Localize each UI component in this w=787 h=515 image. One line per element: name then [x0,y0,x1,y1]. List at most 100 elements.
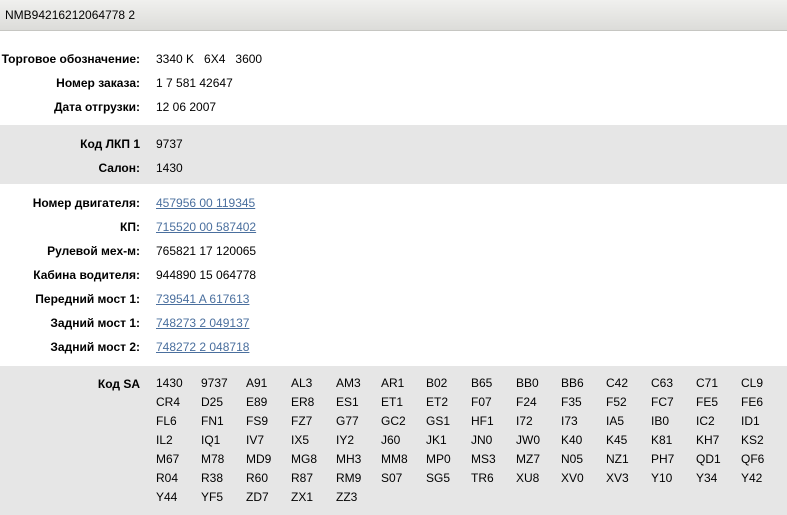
sa-code: RM9 [336,471,362,485]
sa-code: BB6 [561,376,584,390]
rear-axle-1-link[interactable]: 748273 2 049137 [156,316,249,330]
sa-code: MH3 [336,452,362,466]
sa-code: FC7 [651,395,674,409]
paint-code-value: 9737 [156,137,183,151]
sa-code: FZ7 [291,414,313,428]
rear-axle-2-link[interactable]: 748272 2 048718 [156,340,249,354]
sa-code: R60 [246,471,269,485]
sa-code: MM8 [381,452,408,466]
sa-code: CL9 [741,376,764,390]
interior-value: 1430 [156,161,183,175]
info-row: Рулевой мех-м: 765821 17 120065 [0,244,787,264]
sa-code: FE6 [741,395,764,409]
trade-designation-value: 3340 K 6X4 3600 [156,52,263,66]
sa-code: QD1 [696,452,721,466]
sa-code: 9737 [201,376,228,390]
sa-code: FN1 [201,414,224,428]
sa-code: J60 [381,433,401,447]
sa-code: FE5 [696,395,719,409]
engine-number-link[interactable]: 457956 00 119345 [156,196,255,210]
rear-axle-1-label: Задний мост 1: [50,316,140,330]
info-row: Номер двигателя: 457956 00 119345 [0,196,787,216]
ship-date-label: Дата отгрузки: [53,100,140,114]
sa-code: QF6 [741,452,765,466]
vin-title: NMB94216212064778 2 [5,8,136,22]
sa-code: GS1 [426,414,451,428]
sa-code: CR4 [156,395,181,409]
sa-code: XV3 [606,471,629,485]
paint-code-label: Код ЛКП 1 [80,137,140,151]
sa-code: MG8 [291,452,318,466]
sa-code: GC2 [381,414,406,428]
sa-code: R04 [156,471,179,485]
sa-code: AM3 [336,376,361,390]
sa-code: AL3 [291,376,313,390]
general-section: Торговое обозначение: 3340 K 6X4 3600 Но… [0,46,787,120]
sa-code: BB0 [516,376,539,390]
info-row: Салон: 1430 [0,161,787,181]
sa-code: I72 [516,414,533,428]
steering-label: Рулевой мех-м: [47,244,140,258]
rear-axle-2-label: Задний мост 2: [50,340,140,354]
info-row: КП: 715520 00 587402 [0,220,787,240]
sa-code: Y34 [696,471,718,485]
info-row: Дата отгрузки: 12 06 2007 [0,100,787,120]
sa-code: FL6 [156,414,177,428]
info-row: Задний мост 2: 748272 2 048718 [0,340,787,360]
sa-code: K81 [651,433,673,447]
sa-code: G77 [336,414,359,428]
info-row: Код ЛКП 1 9737 [0,137,787,157]
sa-code: IA5 [606,414,625,428]
cab-value: 944890 15 064778 [156,268,257,282]
sa-code: MS3 [471,452,496,466]
sa-code: ET2 [426,395,449,409]
sa-code: C63 [651,376,674,390]
sa-code: KH7 [696,433,720,447]
sa-code: ZX1 [291,490,314,504]
sa-code: ET1 [381,395,404,409]
sa-code: M78 [201,452,225,466]
aggregates-section: Номер двигателя: 457956 00 119345 КП: 71… [0,190,787,365]
sa-code: 1430 [156,376,183,390]
cab-label: Кабина водителя: [33,268,140,282]
sa-code: Y44 [156,490,178,504]
steering-value: 765821 17 120065 [156,244,257,258]
ship-date-value: 12 06 2007 [156,100,217,114]
sa-code: JK1 [426,433,447,447]
sa-code: MP0 [426,452,451,466]
engine-number-label: Номер двигателя: [32,196,140,210]
title-bar: NMB94216212064778 2 [0,0,787,31]
sa-code: ZZ3 [336,490,358,504]
trade-designation-label: Торговое обозначение: [1,52,140,66]
info-row: Задний мост 1: 748273 2 049137 [0,316,787,336]
sa-code: ZD7 [246,490,269,504]
sa-code: ID1 [741,414,760,428]
sa-code-label: Код SA [97,377,140,391]
sa-code: S07 [381,471,403,485]
sa-code: AR1 [381,376,405,390]
sa-code: IY2 [336,433,355,447]
sa-code: IB0 [651,414,670,428]
sa-code: HF1 [471,414,494,428]
sa-code: ER8 [291,395,315,409]
sa-code: R87 [291,471,314,485]
info-row: Передний мост 1: 739541 A 617613 [0,292,787,312]
sa-code: MZ7 [516,452,540,466]
sa-code: F07 [471,395,492,409]
gearbox-link[interactable]: 715520 00 587402 [156,220,256,234]
sa-code: C71 [696,376,719,390]
sa-code: SG5 [426,471,451,485]
sa-code: A91 [246,376,268,390]
sa-code: N05 [561,452,584,466]
sa-code: Y10 [651,471,673,485]
sa-code: FS9 [246,414,269,428]
info-row: Торговое обозначение: 3340 K 6X4 3600 [0,52,787,72]
sa-code: F35 [561,395,582,409]
sa-code: IL2 [156,433,173,447]
sa-code: K40 [561,433,583,447]
order-number-label: Номер заказа: [56,76,140,90]
front-axle-link[interactable]: 739541 A 617613 [156,292,249,306]
sa-code: IV7 [246,433,265,447]
sa-code: R38 [201,471,224,485]
sa-code: JN0 [471,433,493,447]
